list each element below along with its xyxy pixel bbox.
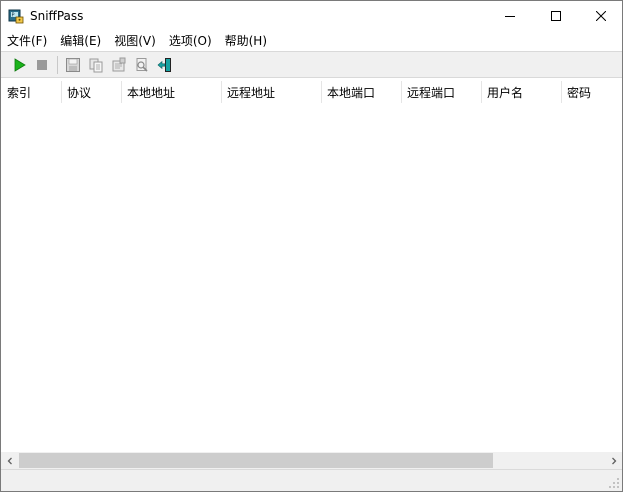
scroll-right-button[interactable] (605, 452, 622, 469)
toolbar (1, 51, 622, 78)
menu-file[interactable]: 文件(F) (1, 31, 54, 51)
properties-button[interactable] (110, 56, 128, 74)
column-local-address[interactable]: 本地地址 (121, 78, 221, 106)
menu-edit[interactable]: 编辑(E) (54, 31, 108, 51)
find-icon (136, 58, 148, 72)
exit-door-icon (157, 58, 171, 72)
find-button[interactable] (133, 56, 151, 74)
list-body[interactable] (1, 106, 622, 452)
column-index[interactable]: 索引 (1, 78, 61, 106)
column-username[interactable]: 用户名 (481, 78, 561, 106)
properties-icon (112, 57, 126, 72)
close-icon (596, 11, 606, 21)
menu-bar: 文件(F) 编辑(E) 视图(V) 选项(O) 帮助(H) (1, 31, 622, 51)
scroll-left-button[interactable] (1, 452, 18, 469)
status-bar (1, 469, 622, 491)
column-remote-port[interactable]: 远程端口 (401, 78, 481, 106)
column-remote-address[interactable]: 远程地址 (221, 78, 321, 106)
exit-button[interactable] (156, 56, 174, 74)
copy-button[interactable] (87, 56, 105, 74)
chevron-left-icon (7, 457, 12, 464)
minimize-icon (505, 16, 515, 17)
minimize-button[interactable] (487, 1, 533, 31)
column-password[interactable]: 密码 (561, 78, 622, 106)
title-bar[interactable]: P SniffPass (1, 1, 622, 31)
close-button[interactable] (578, 1, 623, 31)
horizontal-scrollbar[interactable] (1, 452, 622, 469)
save-disk-icon (66, 58, 80, 72)
column-local-port[interactable]: 本地端口 (321, 78, 401, 106)
maximize-icon (551, 11, 561, 21)
resize-grip-icon[interactable] (608, 477, 620, 489)
svg-text:P: P (12, 13, 15, 19)
window-title: SniffPass (30, 9, 84, 23)
play-icon (14, 58, 26, 72)
sniffpass-app-icon: P (8, 8, 24, 24)
list-header: 索引 协议 本地地址 远程地址 本地端口 远程端口 用户名 密码 (1, 78, 622, 106)
toolbar-separator (57, 56, 58, 74)
menu-view[interactable]: 视图(V) (108, 31, 163, 51)
maximize-button[interactable] (533, 1, 579, 31)
menu-options[interactable]: 选项(O) (163, 31, 219, 51)
stop-capture-button[interactable] (33, 56, 51, 74)
chevron-right-icon (611, 457, 616, 464)
copy-icon (89, 58, 103, 73)
save-button[interactable] (64, 56, 82, 74)
column-protocol[interactable]: 协议 (61, 78, 121, 106)
menu-help[interactable]: 帮助(H) (219, 31, 274, 51)
packet-list[interactable]: 索引 协议 本地地址 远程地址 本地端口 远程端口 用户名 密码 (1, 78, 622, 452)
scrollbar-thumb[interactable] (19, 453, 493, 468)
stop-icon (37, 60, 47, 70)
start-capture-button[interactable] (10, 56, 28, 74)
sniffpass-window: P SniffPass 文件(F) 编辑(E) 视图(V) 选项(O) 帮助(H… (0, 0, 623, 492)
